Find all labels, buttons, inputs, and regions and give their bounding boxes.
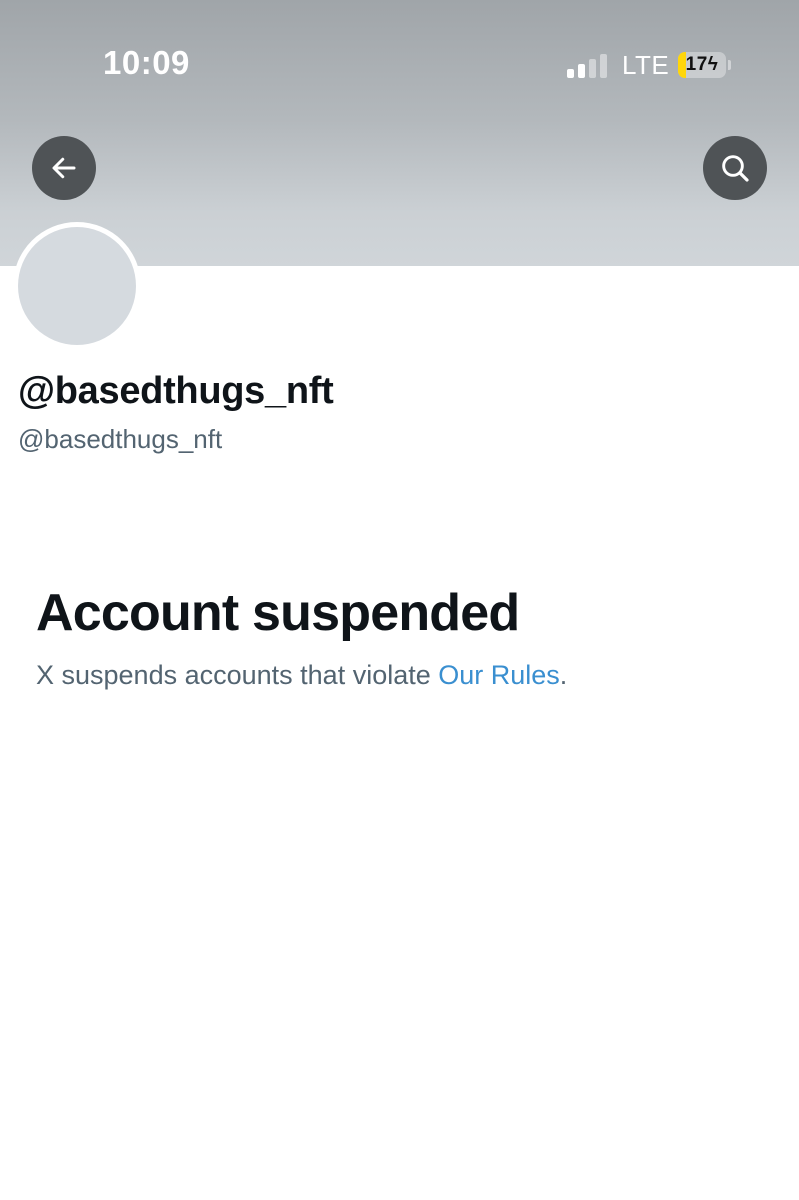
signal-bar	[567, 69, 574, 78]
avatar-placeholder	[18, 227, 136, 345]
signal-strength-icon	[567, 54, 609, 78]
search-button[interactable]	[703, 136, 767, 200]
signal-bar	[589, 59, 596, 78]
profile-display-name: @basedthugs_nft	[18, 370, 334, 412]
description-end: .	[559, 660, 568, 690]
suspended-description: X suspends accounts that violate Our Rul…	[36, 660, 567, 691]
our-rules-link[interactable]: Our Rules	[438, 660, 560, 690]
network-type: LTE	[622, 50, 670, 80]
description-text: X suspends accounts that violate	[36, 660, 439, 690]
profile-handle: @basedthugs_nft	[18, 424, 223, 454]
battery-icon: 17ϟ	[678, 52, 726, 78]
suspended-title: Account suspended	[36, 584, 520, 642]
battery-level-label: 17ϟ	[685, 54, 719, 75]
profile-banner	[0, 0, 799, 266]
back-button[interactable]	[32, 136, 96, 200]
battery-nub	[728, 60, 731, 70]
status-time: 10:09	[103, 44, 190, 81]
search-icon	[722, 155, 749, 182]
arrow-left-icon	[52, 157, 76, 179]
signal-bar	[600, 54, 607, 78]
avatar[interactable]	[13, 222, 141, 350]
signal-bar	[578, 64, 585, 78]
